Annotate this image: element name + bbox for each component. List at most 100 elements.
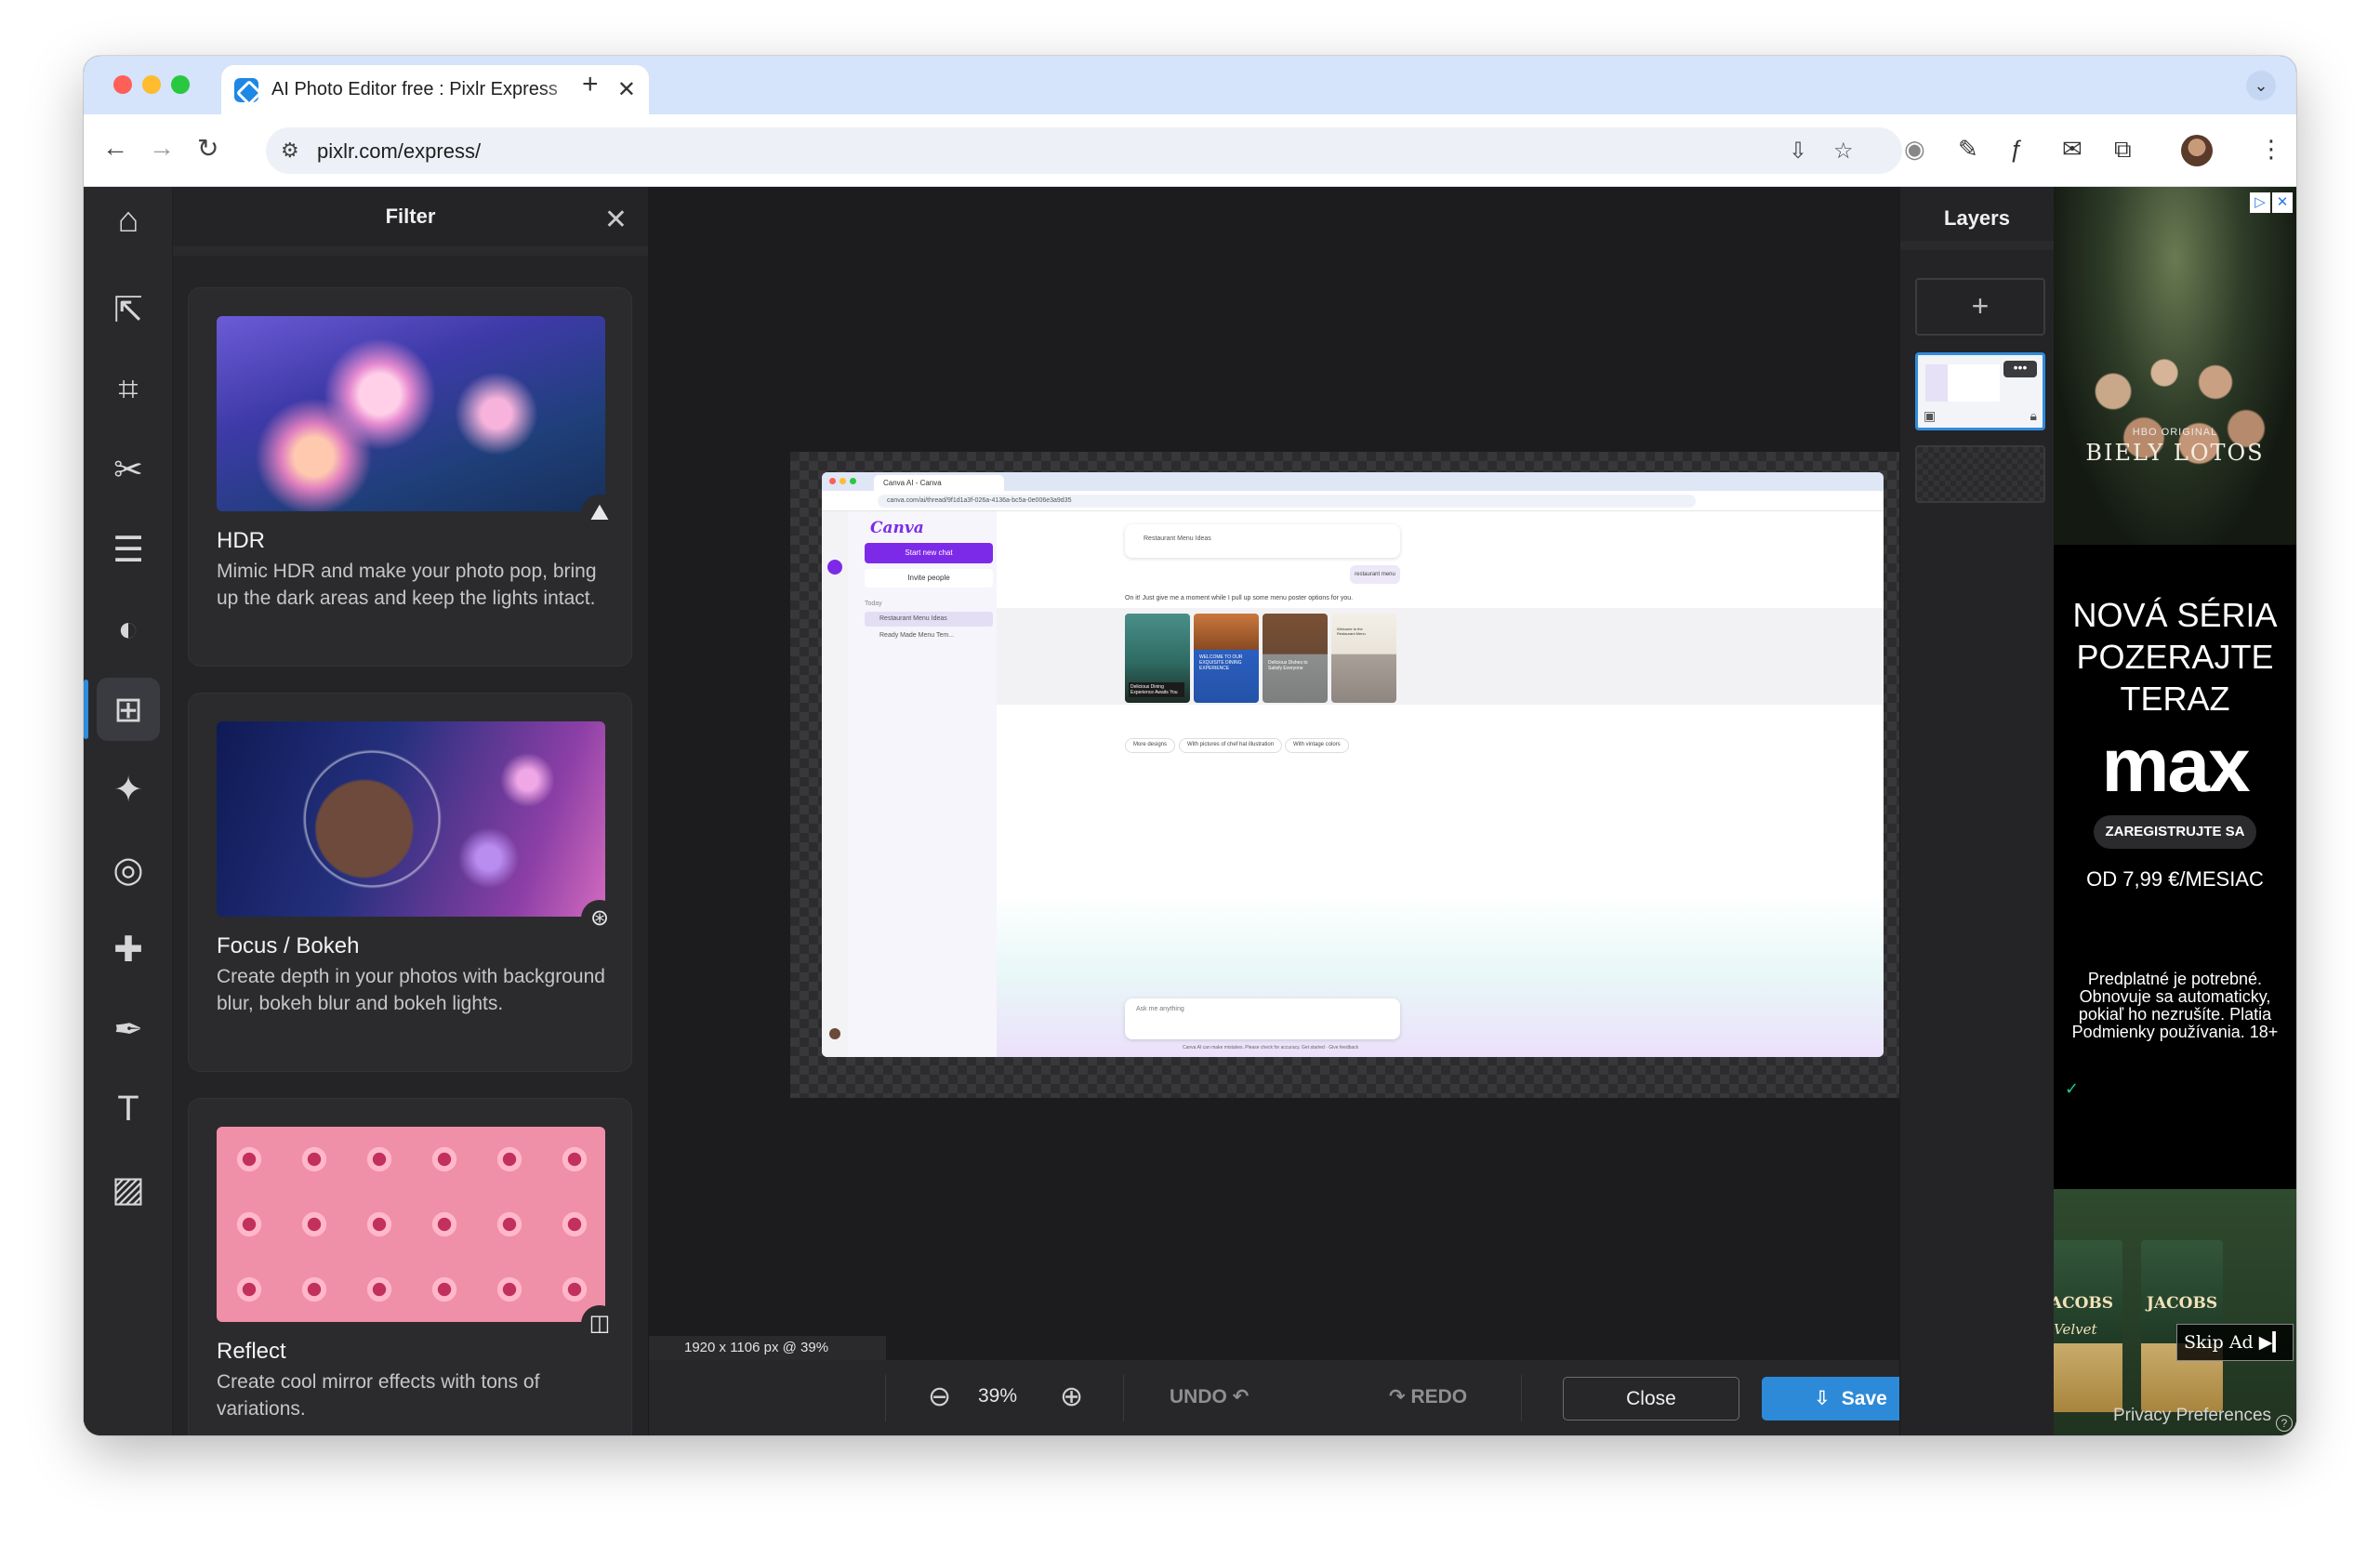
close-button[interactable]: Close (1563, 1377, 1739, 1420)
eyedropper-extension-icon[interactable]: ✎ (1958, 135, 1978, 164)
forward-arrow-icon[interactable]: → (149, 133, 175, 163)
ad-choices-icon[interactable]: ▷ (2250, 192, 2270, 213)
elements-icon[interactable]: ▨ (97, 1157, 160, 1221)
image-today-label: Today (865, 601, 882, 607)
redo-button[interactable]: ↷ REDO (1389, 1385, 1467, 1408)
image-history-item: Ready Made Menu Tem... (879, 632, 955, 639)
ad-close-icon[interactable]: ✕ (2272, 192, 2293, 213)
crop-icon[interactable]: ⌗ (97, 358, 160, 421)
back-arrow-icon[interactable]: ← (102, 133, 128, 163)
new-tab-button[interactable]: + (582, 69, 599, 100)
bookmark-star-icon[interactable]: ☆ (1833, 138, 1854, 165)
pixlr-favicon-icon (234, 77, 258, 102)
heal-icon[interactable]: ✚ (97, 918, 160, 981)
minimize-window-button[interactable] (142, 75, 161, 94)
help-icon[interactable]: ? (2276, 1415, 2293, 1432)
image-layer-icon: ▣ (1924, 408, 1937, 423)
image-poster: Delicious Dining Experience Awaits You (1125, 614, 1190, 703)
layer-more-button[interactable]: ••• (2003, 361, 2037, 377)
filter-card-title: Focus / Bokeh (217, 933, 360, 958)
filter-card-description: Create cool mirror effects with tons of … (217, 1371, 540, 1420)
layer-thumbnail[interactable]: ••• ▣ 🔒︎ (1915, 352, 2045, 430)
ad-choices[interactable]: ▷ ✕ (2250, 192, 2293, 213)
reload-icon[interactable]: ↻ (197, 133, 218, 164)
liquify-icon[interactable]: ◎ (97, 838, 160, 901)
image-poster-text: Delicious Dining Experience Awaits You (1129, 682, 1184, 697)
image-tab: Canva AI - Canva (874, 475, 1004, 491)
browser-menu-icon[interactable]: ⋮ (2259, 135, 2283, 164)
zoom-out-icon[interactable]: ⊖ (928, 1381, 951, 1413)
font-extension-icon[interactable]: ƒ (2010, 135, 2023, 164)
profile-avatar[interactable] (2181, 135, 2213, 166)
filter-card-description: Create depth in your photos with backgro… (217, 966, 605, 1014)
tab-title: AI Photo Editor free : Pixlr Express (271, 79, 558, 99)
url-text[interactable]: pixlr.com/express/ (317, 139, 481, 164)
bokeh-thumbnail (217, 721, 605, 917)
lock-icon[interactable]: 🔒︎ (2030, 408, 2037, 424)
filter-icon[interactable]: ◐ (97, 598, 160, 661)
advertisement[interactable]: HBO ORIGINAL BIELY LOTOS ▷ ✕ NOVÁ SÉRIA … (2054, 187, 2296, 1435)
ad-price: OD 7,99 €/MESIAC (2086, 867, 2264, 891)
zoom-in-icon[interactable]: ⊕ (1060, 1381, 1083, 1413)
add-layer-button[interactable]: + (1915, 278, 2045, 336)
close-window-button[interactable] (113, 75, 132, 94)
image-canva-sidebar: Canva Start new chat Invite people Today… (848, 511, 997, 1057)
image-avatar (829, 1028, 840, 1039)
zoom-level[interactable]: 39% (978, 1385, 1017, 1407)
filter-card-hdr[interactable]: ⛰ HDR Mimic HDR and make your photo pop,… (188, 287, 632, 667)
browser-window: AI Photo Editor free : Pixlr Express ✕ +… (84, 56, 2296, 1435)
filter-card-focus-bokeh[interactable]: ⊛ Focus / Bokeh Create depth in your pho… (188, 693, 632, 1072)
canvas-image[interactable]: Canva AI - Canva canva.com/ai/thread/9f1… (822, 472, 1884, 1057)
ad-coffee-video[interactable]: ACOBS JACOBS Velvet Skip Ad ▶▎ Privacy P… (2054, 1189, 2296, 1435)
layers-title: Layers (1900, 187, 2054, 250)
mail-extension-icon[interactable]: ✉ (2062, 135, 2082, 164)
extensions-puzzle-icon[interactable]: ⧉ (2114, 135, 2132, 165)
coffee-label: ACOBS (2054, 1294, 2114, 1313)
layers-panel: Layers + ••• ▣ 🔒︎ (1899, 187, 2054, 1435)
home-icon[interactable]: ⌂ (97, 189, 160, 252)
arrange-icon[interactable]: ⇱ (97, 278, 160, 341)
ad-brand-logo: max (2101, 723, 2250, 808)
camera-extension-icon[interactable]: ◉ (1904, 135, 1925, 164)
ad-series-poster[interactable]: HBO ORIGINAL BIELY LOTOS ▷ ✕ (2054, 187, 2296, 545)
image-suggestion-chip: More designs (1125, 738, 1176, 753)
image-footer: Canva AI can make mistakes. Please check… (1183, 1045, 1359, 1050)
tab-search-chevron-icon[interactable]: ⌄ (2246, 71, 2276, 100)
ad-signup-button[interactable]: ZAREGISTRUJTE SA (2094, 815, 2256, 849)
close-tab-icon[interactable]: ✕ (617, 76, 636, 103)
undo-label: UNDO (1170, 1386, 1227, 1407)
text-icon[interactable]: T (97, 1077, 160, 1141)
ad-hbo-badge: HBO ORIGINAL (2132, 427, 2218, 438)
image-canva-main: Restaurant Menu Ideas restaurant menu On… (997, 511, 1884, 1057)
skip-ad-button[interactable]: Skip Ad ▶▎ (2176, 1324, 2294, 1361)
ai-sparkle-icon[interactable]: ✦ (97, 758, 160, 821)
effect-icon[interactable]: ⊞ (97, 678, 160, 741)
maximize-window-button[interactable] (171, 75, 190, 94)
image-traffic-red (829, 478, 836, 484)
image-prompt-box: Restaurant Menu Ideas (1125, 524, 1400, 558)
save-label: Save (1841, 1387, 1887, 1409)
cutout-icon[interactable]: ✂ (97, 438, 160, 501)
adjust-icon[interactable]: ☰ (97, 518, 160, 581)
layer-preview (1925, 364, 2000, 402)
image-user-chip: restaurant menu (1350, 565, 1400, 584)
image-invite-button: Invite people (865, 569, 993, 588)
redo-label: REDO (1410, 1386, 1468, 1407)
image-tab-strip: Canva AI - Canva (822, 472, 1884, 491)
divider (1123, 1375, 1124, 1421)
filter-card-reflect[interactable]: ◫ Reflect Create cool mirror effects wit… (188, 1098, 632, 1435)
transparent-canvas[interactable]: Canva AI - Canva canva.com/ai/thread/9f1… (790, 452, 1915, 1098)
draw-icon[interactable]: ✒ (97, 998, 160, 1061)
mirror-icon: ◫ (581, 1305, 618, 1342)
ad-verify-icon: ✓ (2065, 1079, 2080, 1098)
address-bar[interactable]: ⚙ pixlr.com/express/ ⇩ ☆ (266, 127, 1902, 174)
divider (885, 1375, 886, 1421)
privacy-preferences-link[interactable]: Privacy Preferences (2113, 1406, 2271, 1426)
undo-button[interactable]: UNDO ↶ (1170, 1385, 1249, 1408)
empty-layer-slot[interactable] (1915, 445, 2045, 503)
install-app-icon[interactable]: ⇩ (1789, 138, 1807, 165)
canvas-workspace[interactable]: Canva AI - Canva canva.com/ai/thread/9f1… (649, 187, 1939, 1435)
close-panel-icon[interactable]: ✕ (604, 204, 628, 236)
active-tool-indicator (84, 680, 88, 739)
site-settings-icon[interactable]: ⚙ (281, 139, 299, 163)
